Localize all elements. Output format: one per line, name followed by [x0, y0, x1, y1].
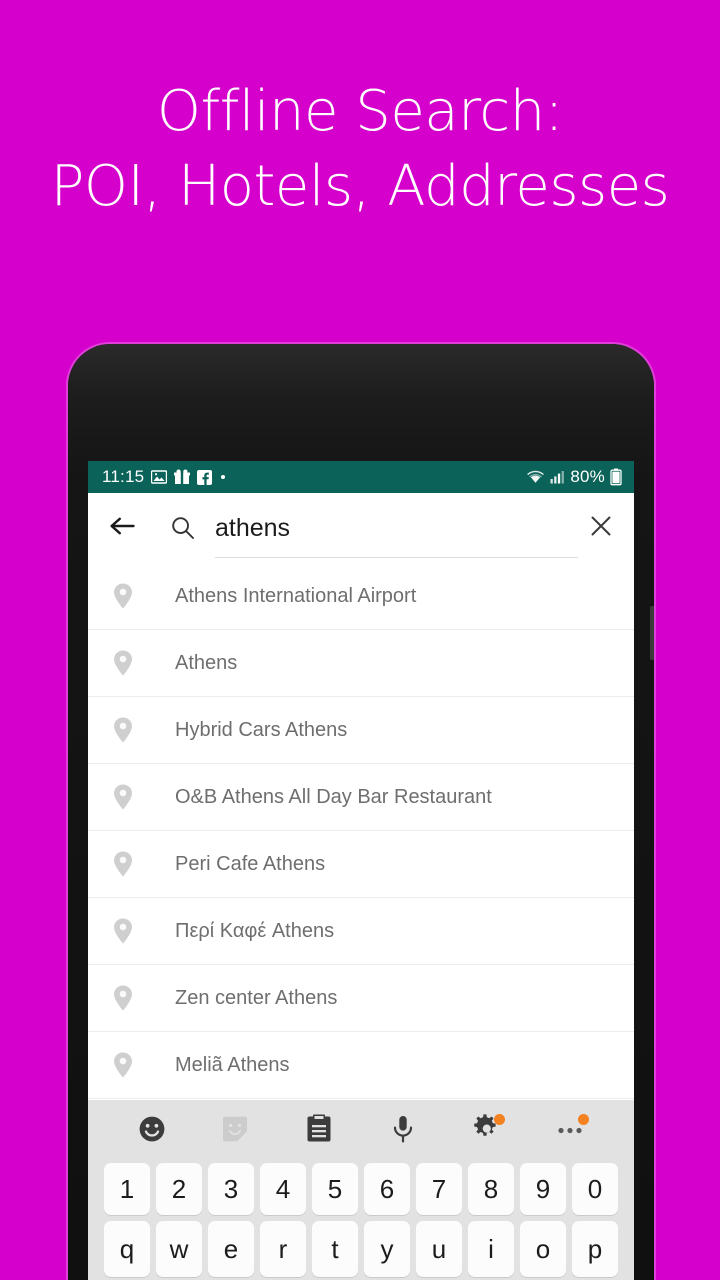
notification-badge [494, 1114, 506, 1125]
key-9[interactable]: 9 [520, 1163, 566, 1215]
sticker-button[interactable] [214, 1110, 256, 1152]
keyboard-toolbar [88, 1102, 634, 1160]
battery-percent-label: 80% [570, 467, 605, 486]
keyboard-overflow-button[interactable] [549, 1110, 591, 1152]
list-item[interactable]: Athens International Airport [88, 563, 634, 630]
key-y[interactable]: y [364, 1221, 410, 1277]
list-item[interactable]: Zen center Athens [88, 965, 634, 1032]
list-item-label: Athens International Airport [175, 584, 417, 607]
search-results-list: Athens International Airport Athens Hybr… [88, 563, 634, 1099]
back-button[interactable] [106, 511, 140, 545]
promo-headline: Offline Search: POI, Hotels, Addresses [0, 79, 720, 220]
key-q[interactable]: q [104, 1221, 150, 1277]
emoji-icon [137, 1114, 167, 1149]
list-item-label: Περί Καφέ Athens [175, 919, 335, 942]
list-item[interactable]: Περί Καφέ Athens [88, 898, 634, 965]
keyboard-settings-button[interactable] [465, 1110, 507, 1152]
list-item[interactable]: Meliã Athens [88, 1032, 634, 1099]
status-bar-right: 80% [526, 467, 622, 487]
key-7[interactable]: 7 [416, 1163, 462, 1215]
key-r[interactable]: r [260, 1221, 306, 1277]
key-t[interactable]: t [312, 1221, 358, 1277]
dot-icon [221, 475, 226, 479]
clear-search-button[interactable] [584, 511, 618, 545]
promo-headline-line2: POI, Hotels, Addresses [50, 153, 670, 219]
key-p[interactable]: p [572, 1221, 618, 1277]
map-pin-icon [110, 581, 136, 611]
key-e[interactable]: e [208, 1221, 254, 1277]
keyboard-letter-row: q w e r t y u i o p [88, 1218, 634, 1280]
phone-screen: 11:15 80% athens Athens International Ai… [88, 461, 634, 1280]
notification-badge [578, 1114, 590, 1125]
image-icon [151, 469, 168, 485]
search-bar: athens [88, 493, 634, 563]
promo-headline-line1: Offline Search: [156, 79, 564, 144]
list-item[interactable]: Athens [88, 630, 634, 697]
search-input-value: athens [215, 513, 291, 542]
status-bar: 11:15 80% [88, 461, 634, 493]
list-item-label: Zen center Athens [175, 986, 338, 1009]
microphone-icon [390, 1114, 416, 1149]
list-item-label: Peri Cafe Athens [175, 852, 326, 875]
on-screen-keyboard: 1 2 3 4 5 6 7 8 9 0 q w e r t y u i o p [88, 1100, 634, 1280]
wifi-icon [526, 469, 545, 485]
list-item[interactable]: Peri Cafe Athens [88, 831, 634, 898]
key-3[interactable]: 3 [208, 1163, 254, 1215]
clipboard-button[interactable] [298, 1110, 340, 1152]
key-u[interactable]: u [416, 1221, 462, 1277]
status-bar-left: 11:15 [102, 467, 227, 487]
search-input[interactable]: athens [215, 504, 578, 558]
key-o[interactable]: o [520, 1221, 566, 1277]
list-item-label: Athens [175, 651, 238, 674]
search-input-underline [215, 557, 578, 558]
list-item-label: O&B Athens All Day Bar Restaurant [175, 785, 492, 808]
key-5[interactable]: 5 [312, 1163, 358, 1215]
back-arrow-icon [109, 514, 137, 543]
key-0[interactable]: 0 [572, 1163, 618, 1215]
key-2[interactable]: 2 [156, 1163, 202, 1215]
phone-device-frame: 11:15 80% athens Athens International Ai… [68, 344, 654, 1280]
key-4[interactable]: 4 [260, 1163, 306, 1215]
close-icon [588, 513, 614, 544]
key-8[interactable]: 8 [468, 1163, 514, 1215]
list-item[interactable]: Hybrid Cars Athens [88, 697, 634, 764]
key-6[interactable]: 6 [364, 1163, 410, 1215]
map-pin-icon [110, 983, 136, 1013]
map-pin-icon [110, 1050, 136, 1080]
map-pin-icon [110, 782, 136, 812]
map-pin-icon [110, 916, 136, 946]
status-bar-clock: 11:15 [102, 467, 145, 486]
key-i[interactable]: i [468, 1221, 514, 1277]
search-icon [168, 513, 198, 543]
map-pin-icon [110, 648, 136, 678]
list-item[interactable]: O&B Athens All Day Bar Restaurant [88, 764, 634, 831]
power-button[interactable] [650, 606, 654, 660]
map-pin-icon [110, 849, 136, 879]
key-w[interactable]: w [156, 1221, 202, 1277]
voice-input-button[interactable] [382, 1110, 424, 1152]
list-item-label: Meliã Athens [175, 1053, 290, 1076]
facebook-icon [197, 469, 213, 485]
keyboard-number-row: 1 2 3 4 5 6 7 8 9 0 [88, 1160, 634, 1218]
battery-icon [610, 468, 622, 486]
cellular-signal-icon [550, 469, 565, 485]
clipboard-icon [305, 1114, 333, 1149]
key-1[interactable]: 1 [104, 1163, 150, 1215]
sticker-icon [220, 1114, 250, 1149]
overflow-menu-icon [555, 1122, 585, 1140]
list-item-label: Hybrid Cars Athens [175, 718, 348, 741]
map-pin-icon [110, 715, 136, 745]
emoji-button[interactable] [131, 1110, 173, 1152]
gift-icon [174, 469, 191, 485]
